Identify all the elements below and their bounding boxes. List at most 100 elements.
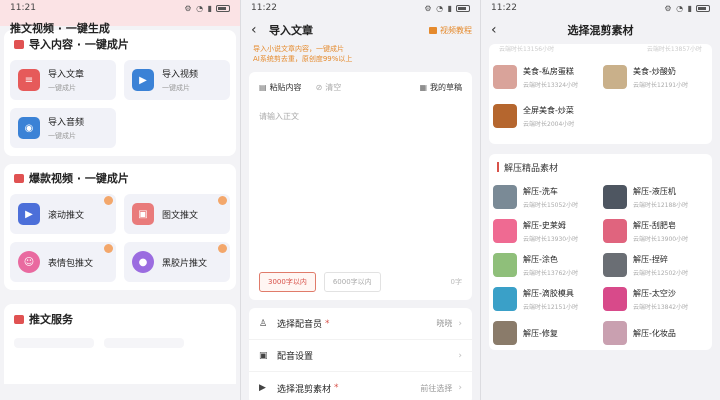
badge-icon bbox=[104, 196, 113, 205]
item-duration: 云端时长2004小时 bbox=[523, 120, 575, 128]
material-thumbnail bbox=[603, 185, 627, 209]
battery-icon bbox=[456, 4, 470, 12]
home-header: 11:21 ⚙ ◔ ▮ 推文视频 · 一键生成 bbox=[0, 0, 240, 35]
material-thumbnail bbox=[493, 219, 517, 243]
vinyl-icon: ● bbox=[132, 251, 154, 273]
section-marker-icon bbox=[14, 173, 24, 183]
material-thumbnail bbox=[603, 219, 627, 243]
decompress-category: 解压精品素材 解压-洗车 云端时长15052小时 解压-液压机 云端时长12188小… bbox=[489, 154, 712, 350]
item-duration: 云端时长15052小时 bbox=[523, 201, 579, 209]
status-icons: ⚙ ◔ ▮ bbox=[664, 4, 710, 13]
material-thumbnail bbox=[603, 321, 627, 345]
image-tweet-tile[interactable]: ▣ 图文推文 bbox=[124, 194, 230, 234]
tile-label: 图文推文 bbox=[162, 210, 199, 221]
import-video-tile[interactable]: ▶ 导入视频 一键成片 bbox=[124, 60, 230, 100]
paste-content-button[interactable]: ▤ 粘贴内容 bbox=[259, 82, 302, 93]
import-section: 导入内容 · 一键成片 ≡ 导入文章 一键成片 ▶ 导入视频 一键成片 ◉ 导入… bbox=[4, 30, 236, 156]
clear-button[interactable]: ⊘ 清空 bbox=[316, 82, 342, 93]
material-item[interactable]: 全屏美食-炒菜 云端时长2004小时 bbox=[493, 94, 597, 138]
item-name: 解压-液压机 bbox=[633, 186, 676, 196]
material-item[interactable]: 解压-滴胶模具 云端时长12151小时 bbox=[493, 282, 597, 316]
item-name: 解压-滴胶模具 bbox=[523, 288, 574, 298]
badge-icon bbox=[218, 244, 227, 253]
hot-video-section: 爆款视频 · 一键成片 ▶ 滚动推文 ▣ 图文推文 ☺ 表情包推文 ● 黑胶片推… bbox=[4, 164, 236, 290]
tile-sub: 一键成片 bbox=[162, 84, 190, 92]
tile-label: 滚动推文 bbox=[48, 210, 85, 221]
material-item[interactable]: 美食-私房蛋糕 云端时长13324小时 bbox=[493, 60, 597, 94]
material-thumbnail bbox=[493, 185, 517, 209]
material-thumbnail bbox=[493, 253, 517, 277]
item-duration: 云端时长13930小时 bbox=[523, 235, 579, 243]
material-item[interactable]: 解压-涂色 云端时长13762小时 bbox=[493, 248, 597, 282]
screens-container: 11:21 ⚙ ◔ ▮ 推文视频 · 一键生成 导入内容 · 一键成片 ≡ 导入… bbox=[0, 0, 720, 400]
item-name: 解压-捏碎 bbox=[633, 254, 668, 264]
required-mark: * bbox=[325, 318, 330, 329]
item-name: 美食-私房蛋糕 bbox=[523, 66, 574, 76]
tip-line-2: AI系统剪去重，原创度99%以上 bbox=[253, 55, 353, 63]
category-title: 解压精品素材 bbox=[504, 163, 559, 174]
limit-6000-chip[interactable]: 6000字以内 bbox=[323, 272, 381, 292]
video-icon: ▶ bbox=[132, 69, 154, 91]
material-item[interactable]: 解压-太空沙 云端时长13842小时 bbox=[603, 282, 707, 316]
import-article-screen: 11:22 ⚙ ◔ ▮ ‹ 导入文章 视频教程 导入小说文章内容，一键成片 AI… bbox=[240, 0, 480, 400]
document-icon: ≡ bbox=[18, 69, 40, 91]
tile-sub: 一键成片 bbox=[48, 132, 76, 140]
material-item[interactable]: 解压-化妆品 bbox=[603, 316, 707, 350]
tile-label: 黑胶片推文 bbox=[162, 258, 208, 269]
material-item[interactable]: 美食-炒酸奶 云端时长12191小时 bbox=[603, 60, 707, 94]
tip-line-1: 导入小说文章内容，一键成片 bbox=[253, 45, 344, 53]
category-marker-icon bbox=[497, 162, 499, 172]
article-text-input[interactable]: 请输入正文 bbox=[249, 93, 472, 140]
image-icon: ▣ bbox=[132, 203, 154, 225]
select-voice-row[interactable]: ♙ 选择配音员 * 晓晓 › bbox=[249, 308, 472, 340]
my-drafts-button[interactable]: ▦ 我的草稿 bbox=[419, 82, 462, 93]
clipboard-icon: ▤ bbox=[259, 83, 267, 92]
tile-label: 导入视频 bbox=[162, 70, 199, 80]
item-duration: 云端时长13857小时 bbox=[646, 46, 702, 53]
material-item[interactable]: 解压-洗车 云端时长15052小时 bbox=[493, 180, 597, 214]
back-arrow-icon[interactable]: ‹ bbox=[251, 22, 269, 38]
material-thumbnail bbox=[603, 253, 627, 277]
section-marker-icon bbox=[14, 39, 24, 49]
material-item[interactable]: 解压-刮肥皂 云端时长13900小时 bbox=[603, 214, 707, 248]
emoji-icon: ☺ bbox=[18, 251, 40, 273]
article-editor: ▤ 粘贴内容 ⊘ 清空 ▦ 我的草稿 请输入正文 3000字以内 6000字以内 bbox=[249, 72, 472, 300]
drafts-icon: ▦ bbox=[419, 83, 427, 92]
section-marker-icon bbox=[14, 314, 24, 324]
video-tutorial-link[interactable]: 视频教程 bbox=[429, 25, 472, 36]
status-time: 11:22 bbox=[491, 3, 517, 13]
item-duration: 云端时长12151小时 bbox=[523, 303, 579, 311]
row-value: 晓晓 bbox=[436, 319, 453, 328]
item-duration: 云端时长13156小时 bbox=[499, 46, 555, 53]
material-item[interactable]: 解压-修复 bbox=[493, 316, 597, 350]
scroll-tweet-tile[interactable]: ▶ 滚动推文 bbox=[10, 194, 116, 234]
limit-3000-chip[interactable]: 3000字以内 bbox=[259, 272, 316, 292]
select-material-row[interactable]: ▶ 选择混剪素材 * 前往选择 › bbox=[249, 372, 472, 400]
material-item[interactable]: 解压-捏碎 云端时长12502小时 bbox=[603, 248, 707, 282]
material-item[interactable]: 解压-液压机 云端时长12188小时 bbox=[603, 180, 707, 214]
status-icons: ⚙ ◔ ▮ bbox=[184, 4, 230, 13]
settings-icon: ▣ bbox=[259, 350, 268, 361]
back-arrow-icon[interactable]: ‹ bbox=[491, 22, 509, 38]
section-title: 导入内容 · 一键成片 bbox=[29, 38, 129, 51]
tile-label: 导入文章 bbox=[48, 70, 85, 80]
section-title: 推文服务 bbox=[29, 313, 73, 326]
settings-list: ♙ 选择配音员 * 晓晓 › ▣ 配音设置 › ▶ 选择混剪素材 * 前往选择 … bbox=[249, 308, 472, 400]
voice-settings-row[interactable]: ▣ 配音设置 › bbox=[249, 340, 472, 372]
import-audio-tile[interactable]: ◉ 导入音频 一键成片 bbox=[10, 108, 116, 148]
import-article-tile[interactable]: ≡ 导入文章 一键成片 bbox=[10, 60, 116, 100]
tv-icon bbox=[429, 26, 437, 34]
scroll-icon: ▶ bbox=[18, 203, 40, 225]
material-item[interactable]: 解压-史莱姆 云端时长13930小时 bbox=[493, 214, 597, 248]
status-bar: 11:22 ⚙ ◔ ▮ bbox=[481, 0, 720, 16]
home-screen: 11:21 ⚙ ◔ ▮ 推文视频 · 一键生成 导入内容 · 一键成片 ≡ 导入… bbox=[0, 0, 240, 400]
vinyl-tweet-tile[interactable]: ● 黑胶片推文 bbox=[124, 242, 230, 282]
clear-circle-icon: ⊘ bbox=[315, 83, 323, 92]
section-title: 爆款视频 · 一键成片 bbox=[29, 172, 129, 185]
material-thumbnail bbox=[493, 321, 517, 345]
row-value: 前往选择 bbox=[420, 383, 453, 393]
emoji-tweet-tile[interactable]: ☺ 表情包推文 bbox=[10, 242, 116, 282]
chevron-right-icon: › bbox=[458, 383, 462, 393]
status-bar: 11:22 ⚙ ◔ ▮ bbox=[241, 0, 480, 16]
char-count: 0字 bbox=[450, 278, 462, 286]
